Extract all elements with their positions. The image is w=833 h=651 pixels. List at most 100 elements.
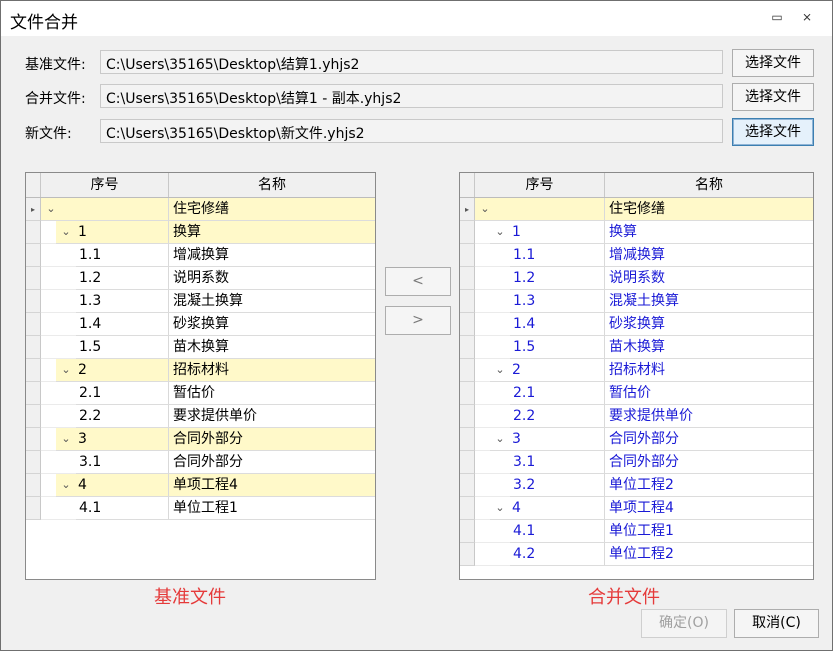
row-selector[interactable]	[26, 451, 41, 474]
row-selector[interactable]	[26, 405, 41, 428]
name-cell[interactable]: 合同外部分	[169, 428, 375, 451]
name-cell[interactable]: 要求提供单价	[605, 405, 813, 428]
table-row[interactable]: 1.4 砂浆换算	[460, 313, 813, 336]
name-cell[interactable]: 混凝土换算	[605, 290, 813, 313]
row-selector[interactable]	[26, 221, 41, 244]
table-row[interactable]: ⌄ 3 合同外部分	[26, 428, 375, 451]
row-selector[interactable]	[26, 267, 41, 290]
table-row[interactable]: ⌄ 2 招标材料	[26, 359, 375, 382]
seq-cell[interactable]: 1.4	[76, 313, 169, 336]
table-row[interactable]: ⌄ 2 招标材料	[460, 359, 813, 382]
row-selector[interactable]	[460, 290, 475, 313]
seq-cell[interactable]: 4.1	[76, 497, 169, 520]
column-seq-header[interactable]: 序号	[41, 173, 169, 197]
base-file-path-field[interactable]: C:\Users\35165\Desktop\结算1.yhjs2	[100, 50, 723, 74]
chevron-down-icon[interactable]: ⌄	[59, 474, 73, 496]
row-selector[interactable]	[460, 359, 475, 382]
table-row[interactable]: ⌄ 4 单项工程4	[26, 474, 375, 497]
move-right-button[interactable]: >	[385, 306, 451, 335]
row-selector[interactable]	[460, 267, 475, 290]
table-row[interactable]: 4.2 单位工程2	[460, 543, 813, 566]
name-cell[interactable]: 单位工程1	[169, 497, 375, 520]
table-row[interactable]: 3.1 合同外部分	[26, 451, 375, 474]
name-cell[interactable]: 招标材料	[169, 359, 375, 382]
seq-cell[interactable]: ⌄	[475, 198, 605, 221]
row-selector[interactable]	[460, 474, 475, 497]
move-left-button[interactable]: <	[385, 267, 451, 296]
name-cell[interactable]: 单位工程2	[605, 543, 813, 566]
table-row[interactable]: 4.1 单位工程1	[26, 497, 375, 520]
name-cell[interactable]: 暂估价	[605, 382, 813, 405]
name-cell[interactable]: 砂浆换算	[169, 313, 375, 336]
seq-cell[interactable]: ⌄ 3	[490, 428, 605, 451]
merge-file-path-field[interactable]: C:\Users\35165\Desktop\结算1 - 副本.yhjs2	[100, 84, 723, 108]
table-row[interactable]: 2.2 要求提供单价	[26, 405, 375, 428]
seq-cell[interactable]: 2.2	[76, 405, 169, 428]
row-selector[interactable]	[26, 313, 41, 336]
name-cell[interactable]: 单位工程1	[605, 520, 813, 543]
table-row[interactable]: 1.3 混凝土换算	[460, 290, 813, 313]
row-selector[interactable]	[460, 313, 475, 336]
name-cell[interactable]: 单项工程4	[169, 474, 375, 497]
name-cell[interactable]: 住宅修缮	[169, 198, 375, 221]
seq-cell[interactable]: 2.1	[510, 382, 605, 405]
row-selector[interactable]	[460, 336, 475, 359]
name-cell[interactable]: 苗木换算	[169, 336, 375, 359]
cancel-button[interactable]: 取消(C)	[734, 609, 819, 638]
seq-cell[interactable]: 1.2	[76, 267, 169, 290]
name-cell[interactable]: 说明系数	[169, 267, 375, 290]
choose-base-file-button[interactable]: 选择文件	[732, 49, 814, 77]
seq-cell[interactable]: 3.1	[76, 451, 169, 474]
row-selector[interactable]	[460, 428, 475, 451]
column-seq-header[interactable]: 序号	[475, 173, 605, 197]
row-selector[interactable]	[26, 290, 41, 313]
seq-cell[interactable]: ⌄	[41, 198, 169, 221]
name-cell[interactable]: 增减换算	[169, 244, 375, 267]
row-selector[interactable]	[460, 244, 475, 267]
table-row[interactable]: ⌄ 4 单项工程4	[460, 497, 813, 520]
name-cell[interactable]: 合同外部分	[605, 451, 813, 474]
chevron-down-icon[interactable]: ⌄	[493, 428, 507, 450]
seq-cell[interactable]: 4.2	[510, 543, 605, 566]
row-selector[interactable]: ▸	[460, 198, 475, 221]
name-cell[interactable]: 单位工程2	[605, 474, 813, 497]
seq-cell[interactable]: 1.1	[510, 244, 605, 267]
table-row[interactable]: 1.4 砂浆换算	[26, 313, 375, 336]
row-selector[interactable]	[26, 474, 41, 497]
seq-cell[interactable]: ⌄ 1	[490, 221, 605, 244]
name-cell[interactable]: 砂浆换算	[605, 313, 813, 336]
chevron-down-icon[interactable]: ⌄	[493, 497, 507, 519]
minimize-icon[interactable]: ▭	[768, 10, 786, 24]
seq-cell[interactable]: ⌄ 2	[490, 359, 605, 382]
row-selector[interactable]	[460, 405, 475, 428]
name-cell[interactable]: 说明系数	[605, 267, 813, 290]
table-row[interactable]: ▸ ⌄ 住宅修缮	[26, 198, 375, 221]
row-selector[interactable]	[26, 382, 41, 405]
table-row[interactable]: 4.1 单位工程1	[460, 520, 813, 543]
name-cell[interactable]: 合同外部分	[169, 451, 375, 474]
row-selector[interactable]	[460, 451, 475, 474]
row-selector[interactable]	[460, 543, 475, 566]
name-cell[interactable]: 换算	[605, 221, 813, 244]
chevron-down-icon[interactable]: ⌄	[493, 359, 507, 381]
seq-cell[interactable]: 3.2	[510, 474, 605, 497]
close-icon[interactable]: ⨯	[798, 10, 816, 24]
seq-cell[interactable]: 4.1	[510, 520, 605, 543]
table-row[interactable]: ▸ ⌄ 住宅修缮	[460, 198, 813, 221]
name-cell[interactable]: 暂估价	[169, 382, 375, 405]
row-selector[interactable]: ▸	[26, 198, 41, 221]
table-row[interactable]: ⌄ 1 换算	[460, 221, 813, 244]
seq-cell[interactable]: 1.3	[510, 290, 605, 313]
table-row[interactable]: 2.1 暂估价	[26, 382, 375, 405]
table-row[interactable]: 1.5 苗木换算	[26, 336, 375, 359]
chevron-down-icon[interactable]: ⌄	[44, 198, 58, 220]
row-selector[interactable]	[460, 497, 475, 520]
seq-cell[interactable]: 3.1	[510, 451, 605, 474]
chevron-down-icon[interactable]: ⌄	[59, 359, 73, 381]
seq-cell[interactable]: 2.2	[510, 405, 605, 428]
table-row[interactable]: 3.1 合同外部分	[460, 451, 813, 474]
row-selector[interactable]	[26, 336, 41, 359]
row-selector[interactable]	[460, 382, 475, 405]
table-row[interactable]: 1.1 增减换算	[460, 244, 813, 267]
seq-cell[interactable]: 1.5	[76, 336, 169, 359]
